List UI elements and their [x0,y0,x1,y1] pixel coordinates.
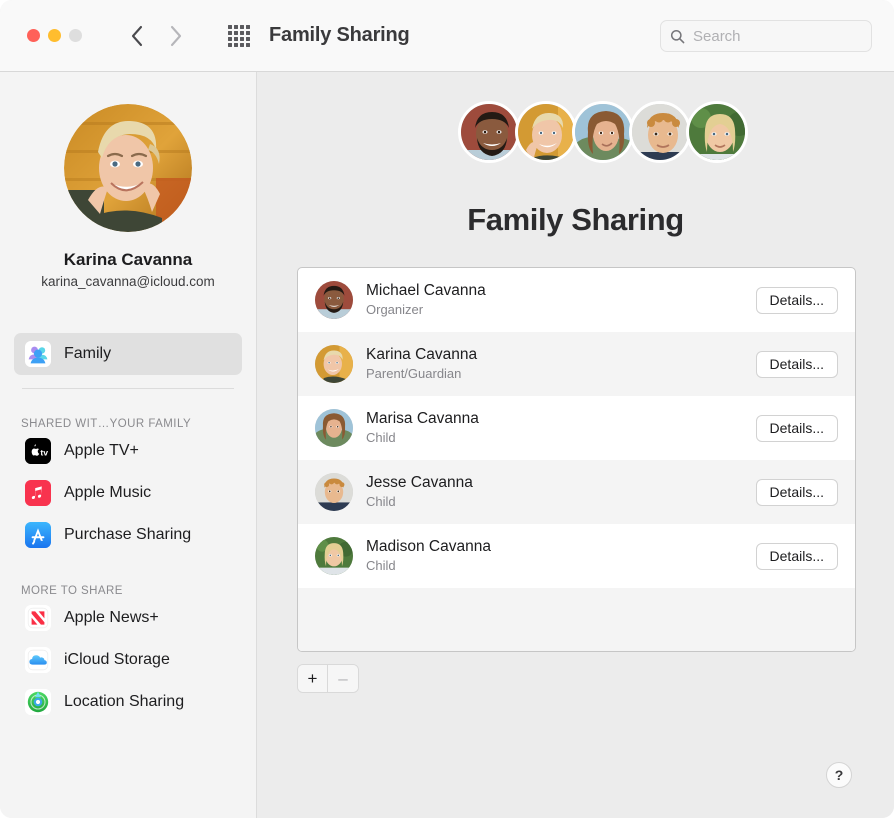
titlebar: Family Sharing [0,0,894,72]
avatar [315,537,353,575]
member-name: Marisa Cavanna [366,410,479,427]
avatar[interactable] [64,104,192,232]
table-row[interactable]: Madison Cavanna Child Details... [298,524,855,588]
cluster-avatar-madison [686,101,748,163]
sidebar-section-title-shared: SHARED WIT…YOUR FAMILY [21,418,192,430]
sidebar-item-label: Family [64,345,112,362]
profile-section: Karina Cavanna karina_cavanna@icloud.com [0,72,256,289]
sidebar: Karina Cavanna karina_cavanna@icloud.com… [0,72,257,818]
cluster-avatar-jesse [629,101,691,163]
zoom-button[interactable] [69,29,82,42]
sidebar-item-label: Apple Music [64,484,152,501]
avatar [315,345,353,383]
forward-chevron-icon[interactable] [169,25,182,47]
apple-news-icon [25,605,51,631]
member-info: Jesse Cavanna Child [366,473,756,511]
apple-music-icon [25,480,51,506]
add-remove-segmented-control: + – [297,664,359,693]
help-button[interactable]: ? [826,762,852,788]
remove-member-button[interactable]: – [328,665,358,692]
content-pane: Family Sharing Michael Cavanna Organizer… [257,72,894,818]
member-info: Michael Cavanna Organizer [366,281,756,319]
member-name: Karina Cavanna [366,346,478,363]
sidebar-item-label: Purchase Sharing [64,526,192,543]
profile-email: karina_cavanna@icloud.com [41,274,215,289]
grid-dots [228,24,250,47]
window-title: Family Sharing [269,24,410,46]
details-button[interactable]: Details... [755,286,838,314]
avatar [315,281,353,319]
member-role: Organizer [366,302,424,317]
member-role: Parent/Guardian [366,366,462,381]
member-name: Jesse Cavanna [366,474,473,491]
sidebar-item-label: Location Sharing [64,693,185,710]
family-avatar-cluster [458,101,748,163]
details-button[interactable]: Details... [755,350,838,378]
svg-text:tv: tv [40,448,48,458]
sidebar-item-location-sharing[interactable]: Location Sharing [0,681,256,723]
member-role: Child [366,558,396,573]
member-name: Michael Cavanna [366,282,486,299]
sidebar-item-apple-music[interactable]: Apple Music [0,472,256,514]
system-preferences-window: Family Sharing Search Karina Cavanna kar… [0,0,894,818]
search-input[interactable] [693,27,853,45]
page-title: Family Sharing [467,202,684,237]
close-button[interactable] [27,29,40,42]
find-my-icon [25,689,51,715]
sidebar-item-apple-news[interactable]: Apple News+ [0,597,256,639]
app-store-icon [25,522,51,548]
minimize-button[interactable] [48,29,61,42]
show-all-grid-icon[interactable] [226,24,252,47]
member-name: Madison Cavanna [366,538,491,555]
search-field[interactable] [660,20,872,52]
avatar [315,473,353,511]
traffic-lights [27,29,82,42]
cluster-avatar-marisa [572,101,634,163]
details-button[interactable]: Details... [755,542,838,570]
table-row[interactable]: Michael Cavanna Organizer Details... [298,268,855,332]
sidebar-item-label: Apple TV+ [64,442,139,459]
sidebar-item-apple-tv[interactable]: tv Apple TV+ [0,430,256,472]
sidebar-section-more: MORE TO SHARE Apple News+ iCloud Storage… [0,585,256,723]
member-info: Marisa Cavanna Child [366,409,756,447]
sidebar-item-icloud-storage[interactable]: iCloud Storage [0,639,256,681]
family-icon [25,341,51,367]
table-row[interactable]: Jesse Cavanna Child Details... [298,460,855,524]
details-button[interactable]: Details... [755,414,838,442]
sidebar-item-purchase-sharing[interactable]: Purchase Sharing [0,514,256,556]
profile-name: Karina Cavanna [63,250,193,269]
avatar [315,409,353,447]
navigation-arrows [130,25,182,47]
apple-tv-icon: tv [25,438,51,464]
table-row[interactable]: Marisa Cavanna Child Details... [298,396,855,460]
table-row[interactable]: Karina Cavanna Parent/Guardian Details..… [298,332,855,396]
member-role: Child [366,430,396,445]
sidebar-item-label: iCloud Storage [64,651,170,668]
sidebar-item-label: Apple News+ [64,609,159,626]
member-role: Child [366,494,396,509]
back-chevron-icon[interactable] [130,25,143,47]
icloud-icon [25,647,51,673]
list-empty-area [298,588,855,651]
cluster-avatar-michael [458,101,520,163]
add-member-button[interactable]: + [298,665,328,692]
cluster-avatar-karina [515,101,577,163]
search-icon [670,29,685,44]
member-info: Karina Cavanna Parent/Guardian [366,345,756,383]
family-member-list: Michael Cavanna Organizer Details... Kar… [297,267,856,652]
sidebar-section-title-more: MORE TO SHARE [21,585,123,597]
sidebar-divider [22,388,234,389]
sidebar-item-family[interactable]: Family [14,333,242,375]
member-info: Madison Cavanna Child [366,537,756,575]
details-button[interactable]: Details... [755,478,838,506]
